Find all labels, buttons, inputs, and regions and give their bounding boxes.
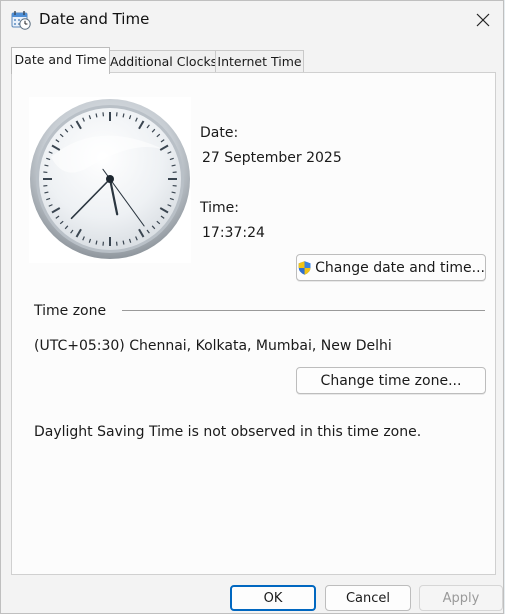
title-bar[interactable]: Date and Time [1, 1, 503, 39]
clock-face-icon [30, 99, 190, 259]
clock-tick [95, 113, 98, 118]
window-title: Date and Time [39, 10, 150, 28]
clock-hub [106, 175, 114, 183]
change-time-zone-button[interactable]: Change time zone... [296, 367, 486, 394]
tab-date-and-time[interactable]: Date and Time [11, 47, 110, 74]
section-divider [122, 310, 485, 311]
clock-tick [44, 164, 49, 167]
uac-shield-icon [298, 260, 311, 275]
change-time-zone-label: Change time zone... [320, 372, 462, 389]
time-zone-heading: Time zone [34, 303, 107, 319]
date-label: Date: [200, 125, 239, 141]
clock-tick [95, 240, 98, 245]
time-zone-value: (UTC+05:30) Chennai, Kolkata, Mumbai, Ne… [34, 338, 392, 354]
date-time-icon [11, 10, 31, 30]
clock-tick [122, 113, 125, 118]
cancel-label: Cancel [345, 590, 391, 606]
change-date-time-label: Change date and time... [315, 259, 485, 276]
clock-tick [171, 191, 176, 194]
analog-clock [29, 97, 191, 263]
change-date-time-button[interactable]: Change date and time... [296, 254, 486, 281]
dst-note: Daylight Saving Time is not observed in … [34, 424, 422, 440]
close-button[interactable] [463, 1, 503, 39]
apply-button[interactable]: Apply [419, 585, 503, 611]
close-icon [476, 13, 490, 27]
date-value: 27 September 2025 [202, 150, 342, 166]
time-label: Time: [200, 200, 239, 216]
ok-label: OK [263, 590, 283, 606]
tab-internet-time[interactable]: Internet Time [215, 50, 304, 72]
clock-tick [44, 191, 49, 194]
apply-label: Apply [442, 590, 480, 606]
ok-button[interactable]: OK [230, 585, 316, 611]
tab-panel: Date: 27 September 2025 Time: 17:37:24 C… [11, 72, 496, 575]
date-time-dialog: Date and Time Date: 27 September 2025 Ti… [0, 0, 504, 614]
time-value: 17:37:24 [202, 225, 265, 241]
cancel-button[interactable]: Cancel [325, 585, 411, 611]
clock-tick [122, 240, 125, 245]
clock-tick [171, 164, 176, 167]
tab-additional-clocks[interactable]: Additional Clocks [109, 50, 217, 72]
